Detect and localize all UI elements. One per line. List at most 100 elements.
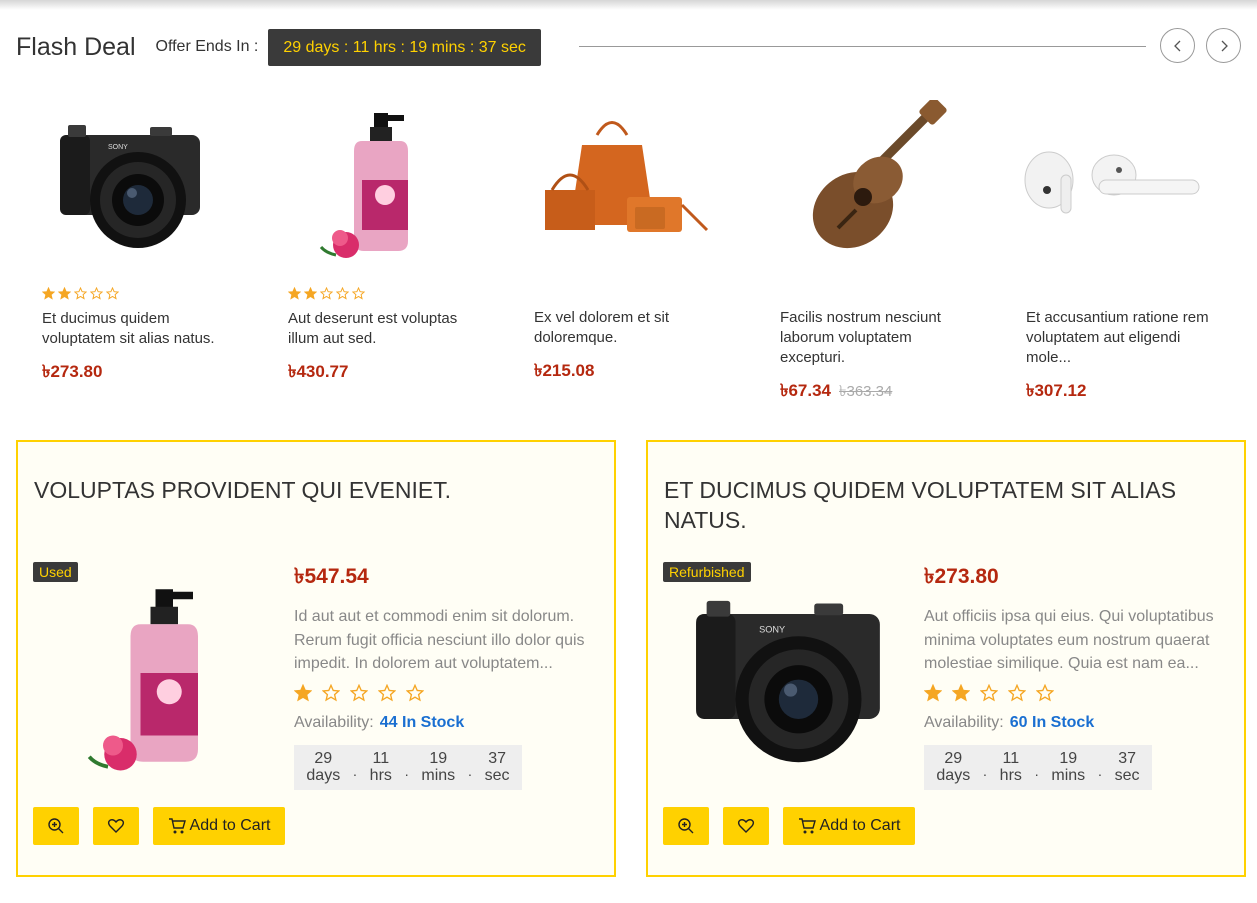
cart-icon xyxy=(798,818,816,834)
offer-countdown: 29 days : 11 hrs : 19 mins : 37 sec xyxy=(268,28,541,66)
product-card[interactable]: Et accusantium ratione rem voluptatem au… xyxy=(1014,85,1214,406)
timer-minutes: 19 mins xyxy=(1051,750,1086,784)
star-empty-icon xyxy=(980,683,998,701)
star-empty-icon xyxy=(378,683,396,701)
star-empty-icon xyxy=(352,287,365,300)
deal-card: Et ducimus quidem voluptatem sit alias n… xyxy=(646,440,1246,877)
heart-icon xyxy=(737,819,755,833)
add-to-cart-button[interactable]: Add to Cart xyxy=(783,807,915,845)
product-card[interactable]: Facilis nostrum nesciunt laborum volupta… xyxy=(768,85,968,406)
heart-icon xyxy=(107,819,125,833)
star-filled-icon xyxy=(294,683,312,701)
deal-info: ৳273.80 Aut officiis ipsa qui eius. Qui … xyxy=(924,560,1234,790)
zoom-in-icon xyxy=(48,818,64,834)
deal-title[interactable]: Voluptas provident qui eveniet. xyxy=(34,475,594,505)
deal-description: Aut officiis ipsa qui eius. Qui voluptat… xyxy=(924,608,1214,672)
timer-separator: . xyxy=(982,763,987,779)
product-card[interactable]: Aut deserunt est voluptas illum aut sed.… xyxy=(276,85,476,387)
price: ৳67.34 xyxy=(780,381,832,400)
camera-image: SONY xyxy=(696,600,880,762)
condition-badge: Used xyxy=(33,562,78,582)
soap-bottle-image xyxy=(319,113,408,258)
product-image[interactable]: SONY xyxy=(30,85,230,275)
deal-price: ৳547.54 xyxy=(294,565,369,588)
price: ৳273.80 xyxy=(42,362,103,381)
top-shadow xyxy=(0,0,1257,10)
deal-title[interactable]: Et ducimus quidem voluptatem sit alias n… xyxy=(664,475,1224,535)
star-filled-icon xyxy=(58,287,71,300)
deal-image[interactable]: SONY xyxy=(663,550,913,795)
price: ৳215.08 xyxy=(534,361,595,380)
star-empty-icon xyxy=(320,287,333,300)
star-filled-icon xyxy=(42,287,55,300)
timer-separator: . xyxy=(352,763,357,779)
add-to-cart-label: Add to Cart xyxy=(189,817,271,834)
product-price: ৳215.08 xyxy=(534,358,722,386)
wishlist-button[interactable] xyxy=(93,807,139,845)
timer-minutes: 19 mins xyxy=(421,750,456,784)
flash-deal-header: Flash Deal Offer Ends In : 29 days : 11 … xyxy=(16,28,1241,66)
deal-image[interactable] xyxy=(33,550,283,795)
timer-separator: . xyxy=(1097,763,1102,779)
star-empty-icon xyxy=(322,683,340,701)
star-empty-icon xyxy=(74,287,87,300)
timer-seconds: 37 sec xyxy=(484,750,510,784)
product-price: ৳430.77 xyxy=(288,359,476,387)
product-name[interactable]: Facilis nostrum nesciunt laborum volupta… xyxy=(780,308,975,368)
price: ৳307.12 xyxy=(1026,381,1087,400)
deal-actions: Add to Cart xyxy=(663,807,915,845)
add-to-cart-button[interactable]: Add to Cart xyxy=(153,807,285,845)
product-image[interactable] xyxy=(1014,85,1214,275)
product-name[interactable]: Ex vel dolorem et sit doloremque. xyxy=(534,308,729,348)
product-name[interactable]: Et ducimus quidem voluptatem sit alias n… xyxy=(42,309,237,349)
ukulele-image xyxy=(812,100,947,249)
cart-icon xyxy=(168,818,186,834)
availability: Availability: 44 In Stock xyxy=(294,714,604,732)
product-image[interactable] xyxy=(522,85,722,275)
chevron-right-icon xyxy=(1221,40,1228,51)
star-empty-icon xyxy=(90,287,103,300)
star-empty-icon xyxy=(106,287,119,300)
rating-stars xyxy=(294,683,604,702)
star-filled-icon xyxy=(288,287,301,300)
next-button[interactable] xyxy=(1206,28,1241,63)
product-card[interactable]: SONY Et ducimus quidem voluptatem sit al… xyxy=(30,85,230,387)
product-card[interactable]: Ex vel dolorem et sit doloremque. ৳215.0… xyxy=(522,85,722,386)
product-price: ৳273.80 xyxy=(42,359,230,387)
star-filled-icon xyxy=(924,683,942,701)
add-to-cart-label: Add to Cart xyxy=(819,817,901,834)
timer-separator: . xyxy=(467,763,472,779)
wishlist-button[interactable] xyxy=(723,807,769,845)
old-price: ৳363.34 xyxy=(839,383,893,400)
star-empty-icon xyxy=(406,683,424,701)
star-filled-icon xyxy=(952,683,970,701)
product-image[interactable] xyxy=(768,85,968,275)
price: ৳430.77 xyxy=(288,362,349,381)
rating-stars xyxy=(924,683,1234,702)
deal-description: Id aut aut et commodi enim sit dolorum. … xyxy=(294,608,585,672)
handbag-image xyxy=(545,121,709,232)
rating-stars xyxy=(288,287,476,301)
star-empty-icon xyxy=(1008,683,1026,701)
timer-days: 29 days xyxy=(936,750,971,784)
quick-view-button[interactable] xyxy=(33,807,79,845)
rating-stars xyxy=(42,287,230,301)
stock-count: 60 In Stock xyxy=(1009,713,1095,731)
product-image[interactable] xyxy=(276,85,476,275)
deal-actions: Add to Cart xyxy=(33,807,285,845)
timer-hours: 11 hrs xyxy=(999,750,1022,784)
earbuds-image xyxy=(1024,151,1200,214)
chevron-left-icon xyxy=(1173,40,1180,51)
availability-label: Availability: xyxy=(294,713,374,731)
condition-badge: Refurbished xyxy=(663,562,751,582)
camera-image: SONY xyxy=(60,125,200,248)
product-name[interactable]: Et accusantium ratione rem voluptatem au… xyxy=(1026,308,1221,368)
timer-seconds: 37 sec xyxy=(1114,750,1140,784)
quick-view-button[interactable] xyxy=(663,807,709,845)
prev-button[interactable] xyxy=(1160,28,1195,63)
product-name[interactable]: Aut deserunt est voluptas illum aut sed. xyxy=(288,309,483,349)
star-empty-icon xyxy=(1036,683,1054,701)
svg-text:SONY: SONY xyxy=(759,624,785,634)
section-title: Flash Deal xyxy=(16,32,136,61)
deal-price: ৳273.80 xyxy=(924,565,999,588)
